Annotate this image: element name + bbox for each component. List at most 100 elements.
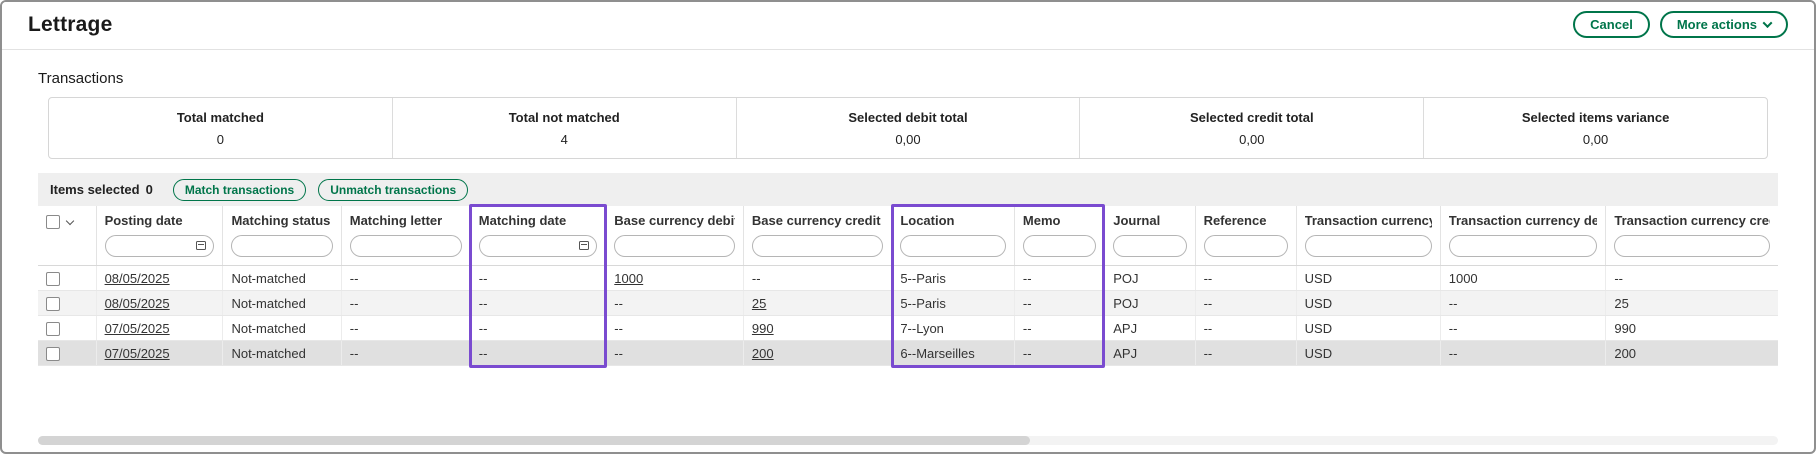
- cell-select: [38, 316, 96, 341]
- summary-item-value: 0,00: [1239, 132, 1264, 147]
- cell-memo: --: [1014, 266, 1104, 291]
- column-label: Transaction currency credit: [1614, 213, 1770, 228]
- selection-toolbar: Items selected 0 Match transactions Unma…: [38, 173, 1778, 206]
- items-selected-count: 0: [146, 182, 153, 197]
- filter-input-location[interactable]: [900, 235, 1006, 257]
- filter-input-transaction-currency-credit[interactable]: [1614, 235, 1770, 257]
- select-all-header: [38, 206, 96, 266]
- cell-posting-date: 07/05/2025: [96, 316, 223, 341]
- page-title: Lettrage: [28, 13, 112, 37]
- cell-matching-status: Not-matched: [223, 291, 341, 316]
- header-actions: Cancel More actions: [1573, 11, 1788, 38]
- base-currency-credit-link[interactable]: 25: [752, 296, 766, 311]
- cell-posting-date: 08/05/2025: [96, 291, 223, 316]
- filter-input-memo[interactable]: [1023, 235, 1096, 257]
- column-label: Journal: [1113, 213, 1186, 228]
- base-currency-debit-link[interactable]: 1000: [614, 271, 643, 286]
- summary-item: Selected items variance0,00: [1423, 98, 1767, 158]
- filter-transaction-currency-debit: [1449, 235, 1598, 257]
- cell-transaction-currency-debit: 1000: [1440, 266, 1606, 291]
- column-header-memo: Memo: [1014, 206, 1104, 266]
- column-label: Matching date: [479, 213, 598, 228]
- cell-location: 6--Marseilles: [892, 341, 1015, 366]
- select-all-checkbox[interactable]: [46, 215, 60, 229]
- column-header-reference: Reference: [1195, 206, 1296, 266]
- horizontal-scrollbar-track[interactable]: [38, 436, 1778, 445]
- filter-input-journal[interactable]: [1113, 235, 1186, 257]
- items-selected-label: Items selected: [50, 182, 140, 197]
- filter-input-matching-status[interactable]: [231, 235, 332, 257]
- cell-base-currency-debit: --: [606, 341, 744, 366]
- cell-transaction-currency: USD: [1296, 316, 1440, 341]
- filter-input-base-currency-credit[interactable]: [752, 235, 883, 257]
- section-title: Transactions: [38, 70, 1778, 87]
- filter-input-base-currency-debit[interactable]: [614, 235, 735, 257]
- filter-location: [900, 235, 1006, 257]
- posting-date-link[interactable]: 07/05/2025: [105, 321, 170, 336]
- table-row: 07/05/2025Not-matched------9907--Lyon--A…: [38, 316, 1778, 341]
- cell-matching-letter: --: [341, 291, 470, 316]
- chevron-down-icon[interactable]: [66, 216, 74, 224]
- summary-item-value: 0: [217, 132, 224, 147]
- base-currency-credit-link[interactable]: 200: [752, 346, 774, 361]
- cell-transaction-currency-credit: --: [1606, 266, 1778, 291]
- cell-matching-letter: --: [341, 316, 470, 341]
- cancel-button[interactable]: Cancel: [1573, 11, 1650, 38]
- row-checkbox[interactable]: [46, 297, 60, 311]
- posting-date-link[interactable]: 07/05/2025: [105, 346, 170, 361]
- column-header-matching-letter: Matching letter: [341, 206, 470, 266]
- base-currency-credit-link[interactable]: 990: [752, 321, 774, 336]
- filter-input-matching-letter[interactable]: [350, 235, 462, 257]
- posting-date-link[interactable]: 08/05/2025: [105, 271, 170, 286]
- column-header-base-currency-debit: Base currency debit: [606, 206, 744, 266]
- cell-transaction-currency-debit: --: [1440, 316, 1606, 341]
- filter-input-transaction-currency[interactable]: [1305, 235, 1432, 257]
- cell-transaction-currency: USD: [1296, 341, 1440, 366]
- summary-item-value: 0,00: [895, 132, 920, 147]
- cell-transaction-currency: USD: [1296, 266, 1440, 291]
- more-actions-button[interactable]: More actions: [1660, 11, 1788, 38]
- posting-date-link[interactable]: 08/05/2025: [105, 296, 170, 311]
- column-header-location: Location: [892, 206, 1015, 266]
- column-label: Location: [900, 213, 1006, 228]
- row-checkbox[interactable]: [46, 322, 60, 336]
- calendar-icon[interactable]: [579, 241, 589, 250]
- transactions-panel: Transactions Total matched0Total not mat…: [2, 50, 1814, 445]
- table-row: 08/05/2025Not-matched----1000--5--Paris-…: [38, 266, 1778, 291]
- cell-matching-date: --: [470, 291, 606, 316]
- cell-posting-date: 07/05/2025: [96, 341, 223, 366]
- filter-memo: [1023, 235, 1096, 257]
- cell-matching-letter: --: [341, 341, 470, 366]
- cell-base-currency-debit: 1000: [606, 266, 744, 291]
- column-header-base-currency-credit: Base currency credit: [743, 206, 891, 266]
- filter-input-transaction-currency-debit[interactable]: [1449, 235, 1598, 257]
- column-header-journal: Journal: [1105, 206, 1195, 266]
- summary-item: Selected debit total 0,00: [736, 98, 1080, 158]
- calendar-icon[interactable]: [196, 241, 206, 250]
- transactions-table-wrap: Posting dateMatching statusMatching lett…: [38, 206, 1778, 366]
- more-actions-label: More actions: [1677, 17, 1757, 32]
- cell-posting-date: 08/05/2025: [96, 266, 223, 291]
- row-checkbox[interactable]: [46, 347, 60, 361]
- summary-item-label: Selected items variance: [1522, 110, 1669, 125]
- cell-select: [38, 341, 96, 366]
- cell-reference: --: [1195, 341, 1296, 366]
- summary-item-label: Selected credit total: [1190, 110, 1314, 125]
- column-label: Base currency credit: [752, 213, 883, 228]
- unmatch-transactions-button[interactable]: Unmatch transactions: [318, 179, 468, 201]
- column-label: Matching letter: [350, 213, 462, 228]
- row-checkbox[interactable]: [46, 272, 60, 286]
- cell-memo: --: [1014, 341, 1104, 366]
- cell-matching-letter: --: [341, 266, 470, 291]
- chevron-down-icon: [1763, 18, 1773, 28]
- cell-location: 7--Lyon: [892, 316, 1015, 341]
- filter-input-reference[interactable]: [1204, 235, 1288, 257]
- match-transactions-button[interactable]: Match transactions: [173, 179, 306, 201]
- summary-item-label: Selected debit total: [848, 110, 967, 125]
- horizontal-scrollbar-thumb[interactable]: [38, 436, 1030, 445]
- filter-matching-letter: [350, 235, 462, 257]
- cell-transaction-currency: USD: [1296, 291, 1440, 316]
- cell-location: 5--Paris: [892, 291, 1015, 316]
- cell-journal: POJ: [1105, 266, 1195, 291]
- cell-select: [38, 266, 96, 291]
